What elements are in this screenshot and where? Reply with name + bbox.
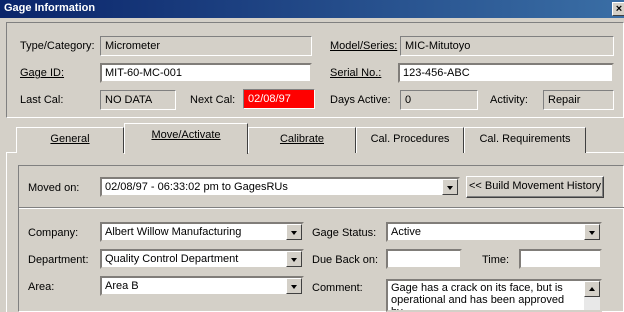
time-input[interactable] [519,249,602,269]
tab-calibrate[interactable]: Calibrate [248,127,356,153]
next-cal-field: 02/08/97 [243,89,315,109]
activity-label: Activity: [490,94,528,106]
tab-move-activate-label: Move/Activate [151,129,221,141]
activity-field: Repair [543,90,614,110]
department-value: Quality Control Department [105,253,239,265]
days-active-label: Days Active: [330,94,391,106]
tab-calibrate-label: Calibrate [279,133,325,145]
area-value: Area B [105,280,139,292]
model-series-field: MIC-Mitutoyo [400,36,614,56]
moved-on-label: Moved on: [28,182,80,194]
last-cal-field: NO DATA [100,90,176,110]
time-label: Time: [482,254,510,266]
last-cal-label: Last Cal: [20,94,64,106]
moved-on-select[interactable]: 02/08/97 - 06:33:02 pm to GagesRUs [100,177,460,197]
type-category-label: Type/Category: [20,40,95,52]
due-back-input[interactable] [386,249,462,269]
area-label: Area: [28,281,55,293]
comment-text: Gage has a crack on its face, but is ope… [391,282,565,312]
build-movement-history-button[interactable]: << Build Movement History [466,176,604,198]
window-title: Gage Information [4,2,96,14]
due-back-label: Due Back on: [312,254,379,266]
department-label: Department: [28,254,89,266]
gage-id-input[interactable]: MIT-60-MC-001 [100,63,312,83]
serial-no-input[interactable]: 123-456-ABC [398,63,614,83]
chevron-down-icon[interactable] [286,224,302,240]
tab-cal-procedures-label: Cal. Procedures [370,133,450,145]
company-value: Albert Willow Manufacturing [105,226,242,238]
serial-no-label: Serial No.: [330,67,382,79]
comment-label: Comment: [312,282,363,294]
title-bar: Gage Information × [0,0,624,18]
tab-cal-procedures[interactable]: Cal. Procedures [356,127,464,153]
tab-general-label: General [50,133,90,145]
type-category-field: Micrometer [100,36,312,56]
model-series-label: Model/Series: [330,40,398,52]
tab-move-activate[interactable]: Move/Activate [124,123,248,154]
gage-status-select[interactable]: Active [386,222,602,242]
days-active-field: 0 [400,90,478,110]
tab-cal-requirements[interactable]: Cal. Requirements [464,127,586,153]
gage-status-value: Active [391,226,421,238]
tab-cal-requirements-label: Cal. Requirements [479,133,571,145]
gage-status-label: Gage Status: [312,227,377,239]
gage-id-label: Gage ID: [20,67,65,79]
company-label: Company: [28,227,79,239]
tab-general[interactable]: General [16,127,124,153]
company-select[interactable]: Albert Willow Manufacturing [100,222,304,242]
next-cal-label: Next Cal: [190,94,236,106]
department-select[interactable]: Quality Control Department [100,249,304,269]
scroll-up-icon[interactable] [584,281,600,297]
area-select[interactable]: Area B [100,276,304,296]
chevron-down-icon[interactable] [286,278,302,294]
group-divider [19,207,624,209]
moved-on-value: 02/08/97 - 06:33:02 pm to GagesRUs [105,181,288,193]
comment-textarea[interactable]: Gage has a crack on its face, but is ope… [386,279,602,312]
chevron-down-icon[interactable] [442,179,458,195]
close-icon[interactable]: × [612,2,624,16]
chevron-down-icon[interactable] [584,224,600,240]
chevron-down-icon[interactable] [286,251,302,267]
